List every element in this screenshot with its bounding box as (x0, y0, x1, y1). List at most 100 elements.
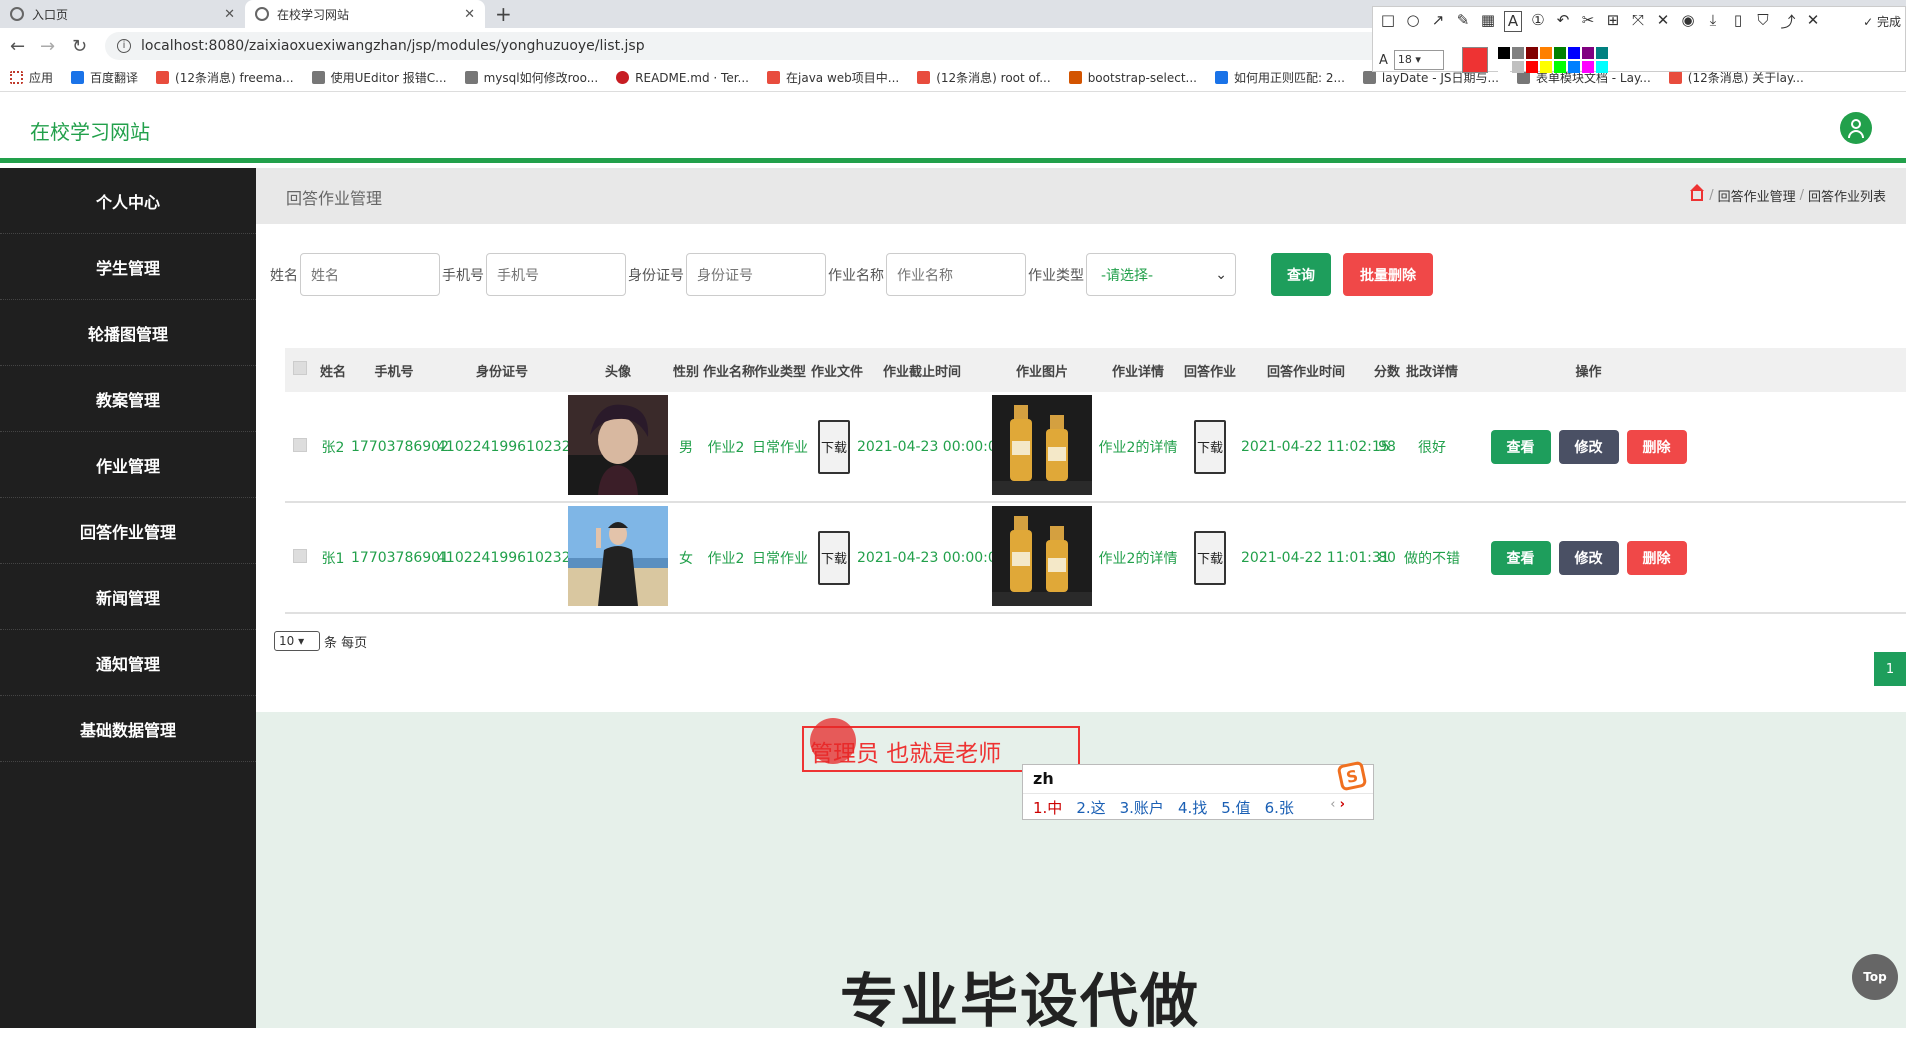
homework-type-select[interactable]: -请选择- ⌄ (1086, 253, 1236, 296)
bookmark-item[interactable]: README.md · Ter... (616, 71, 749, 85)
color-swatch[interactable] (1553, 47, 1566, 59)
record-icon[interactable]: ◉ (1679, 11, 1697, 32)
sidebar-item-students[interactable]: 学生管理 (0, 234, 256, 300)
site-logo[interactable]: 在校学习网站 (30, 116, 150, 145)
eraser-icon[interactable]: ✕ (1654, 11, 1672, 32)
ime-candidate[interactable]: 3.账户 (1120, 797, 1164, 818)
sidebar-item-homework[interactable]: 作业管理 (0, 432, 256, 498)
edit-button[interactable]: 修改 (1558, 540, 1619, 575)
query-button[interactable]: 查询 (1271, 253, 1331, 296)
color-swatch[interactable] (1511, 61, 1524, 73)
ime-candidate[interactable]: 2.这 (1076, 797, 1105, 818)
name-input[interactable] (300, 253, 440, 296)
color-swatch[interactable] (1581, 47, 1594, 59)
font-size-select[interactable]: 18 ▾ (1393, 50, 1444, 70)
ellipse-tool-icon[interactable]: ○ (1404, 11, 1422, 32)
sidebar-item-news[interactable]: 新闻管理 (0, 564, 256, 630)
pen-tool-icon[interactable]: ✎ (1454, 11, 1472, 32)
color-palette[interactable] (1497, 47, 1608, 73)
ime-candidate[interactable]: 6.张 (1265, 797, 1294, 818)
view-button[interactable]: 查看 (1490, 540, 1551, 575)
color-swatch[interactable] (1511, 47, 1524, 59)
sidebar-item-notices[interactable]: 通知管理 (0, 630, 256, 696)
new-tab-button[interactable]: + (495, 2, 512, 26)
row-checkbox[interactable] (293, 548, 307, 563)
color-swatch[interactable] (1525, 47, 1538, 59)
bookmark-item[interactable]: 如何用正则匹配: 2... (1214, 69, 1345, 86)
color-swatch[interactable] (1497, 47, 1510, 59)
sidebar-item-base-data[interactable]: 基础数据管理 (0, 696, 256, 762)
select-all-checkbox[interactable] (293, 361, 307, 375)
home-icon[interactable] (1690, 183, 1705, 201)
reload-icon[interactable]: ↻ (72, 36, 87, 57)
color-swatch[interactable] (1539, 61, 1552, 73)
back-to-top-button[interactable]: Top (1852, 954, 1898, 1000)
color-swatch[interactable] (1553, 61, 1566, 73)
bookmark-item[interactable]: (12条消息) freema... (156, 69, 294, 86)
close-icon[interactable]: ✕ (1804, 11, 1822, 32)
delete-button[interactable]: 删除 (1626, 540, 1687, 575)
ime-candidate[interactable]: 5.值 (1221, 797, 1250, 818)
text-tool-icon[interactable]: A (1504, 11, 1522, 32)
browser-tab-site[interactable]: 在校学习网站 ✕ (245, 0, 485, 28)
mosaic-tool-icon[interactable]: ▦ (1479, 11, 1497, 32)
current-color-swatch[interactable] (1461, 47, 1488, 73)
edit-button[interactable]: 修改 (1558, 429, 1619, 464)
bookmark-icon[interactable]: ⛉ (1754, 11, 1772, 32)
close-icon[interactable]: ✕ (464, 7, 475, 22)
sidebar-item-personal-center[interactable]: 个人中心 (0, 168, 256, 234)
breadcrumb-item[interactable]: 回答作业管理 (1718, 186, 1796, 205)
phone-icon[interactable]: ▯ (1729, 11, 1747, 32)
ime-candidate[interactable]: 4.找 (1178, 797, 1207, 818)
bookmark-item[interactable]: 百度翻译 (71, 69, 138, 86)
number-tool-icon[interactable]: ① (1529, 11, 1547, 32)
color-swatch[interactable] (1539, 47, 1552, 59)
ime-page-arrows[interactable]: ‹ › (1330, 797, 1345, 812)
undo-icon[interactable]: ↶ (1554, 11, 1572, 32)
bookmark-item[interactable]: 在java web项目中... (767, 69, 899, 86)
info-icon[interactable]: i (117, 39, 131, 53)
crop-icon[interactable]: ⤧ (1629, 11, 1647, 32)
row-checkbox[interactable] (293, 437, 307, 452)
homework-file-download-button[interactable]: 下载 (818, 530, 850, 585)
phone-input[interactable] (486, 253, 626, 296)
browser-tab-entry[interactable]: 入口页 ✕ (0, 0, 245, 28)
page-number-button[interactable]: 1 (1874, 652, 1906, 686)
color-swatch[interactable] (1567, 61, 1580, 73)
download-icon[interactable]: ⤓ (1704, 11, 1722, 32)
back-arrow-icon[interactable]: ← (10, 36, 25, 57)
sidebar-item-lesson-plans[interactable]: 教案管理 (0, 366, 256, 432)
ime-candidate[interactable]: 1.中 (1033, 797, 1062, 818)
id-card-input[interactable] (686, 253, 826, 296)
user-avatar-icon[interactable] (1840, 112, 1872, 144)
page-size-select[interactable]: 10 ▾ (274, 631, 320, 651)
pin-icon[interactable]: ✂ (1579, 11, 1597, 32)
answer-download-button[interactable]: 下载 (1194, 419, 1226, 474)
answer-download-button[interactable]: 下载 (1194, 530, 1226, 585)
homework-file-download-button[interactable]: 下载 (818, 419, 850, 474)
bulk-delete-button[interactable]: 批量删除 (1343, 253, 1433, 296)
color-swatch[interactable] (1525, 61, 1538, 73)
bookmark-item[interactable]: 使用UEditor 报错C... (311, 69, 447, 86)
sidebar-item-homework-answers[interactable]: 回答作业管理 (0, 498, 256, 564)
color-swatch[interactable] (1497, 61, 1510, 73)
done-button[interactable]: ✓ 完成 (1863, 13, 1901, 30)
ocr-icon[interactable]: ⊞ (1604, 11, 1622, 32)
rectangle-tool-icon[interactable]: □ (1379, 11, 1397, 32)
view-button[interactable]: 查看 (1490, 429, 1551, 464)
share-icon[interactable]: ⤴ (1779, 11, 1797, 32)
sidebar-item-carousel[interactable]: 轮播图管理 (0, 300, 256, 366)
color-swatch[interactable] (1581, 61, 1594, 73)
arrow-tool-icon[interactable]: ↗ (1429, 11, 1447, 32)
delete-button[interactable]: 删除 (1626, 429, 1687, 464)
forward-arrow-icon[interactable]: → (40, 36, 55, 57)
color-swatch[interactable] (1567, 47, 1580, 59)
homework-name-input[interactable] (886, 253, 1026, 296)
bookmark-item[interactable]: 应用 (10, 69, 53, 86)
bookmark-item[interactable]: mysql如何修改roo... (464, 69, 598, 86)
color-swatch[interactable] (1595, 61, 1608, 73)
bookmark-item[interactable]: (12条消息) root of... (917, 69, 1051, 86)
close-icon[interactable]: ✕ (224, 7, 235, 22)
bookmark-item[interactable]: bootstrap-select... (1068, 71, 1197, 85)
color-swatch[interactable] (1595, 47, 1608, 59)
